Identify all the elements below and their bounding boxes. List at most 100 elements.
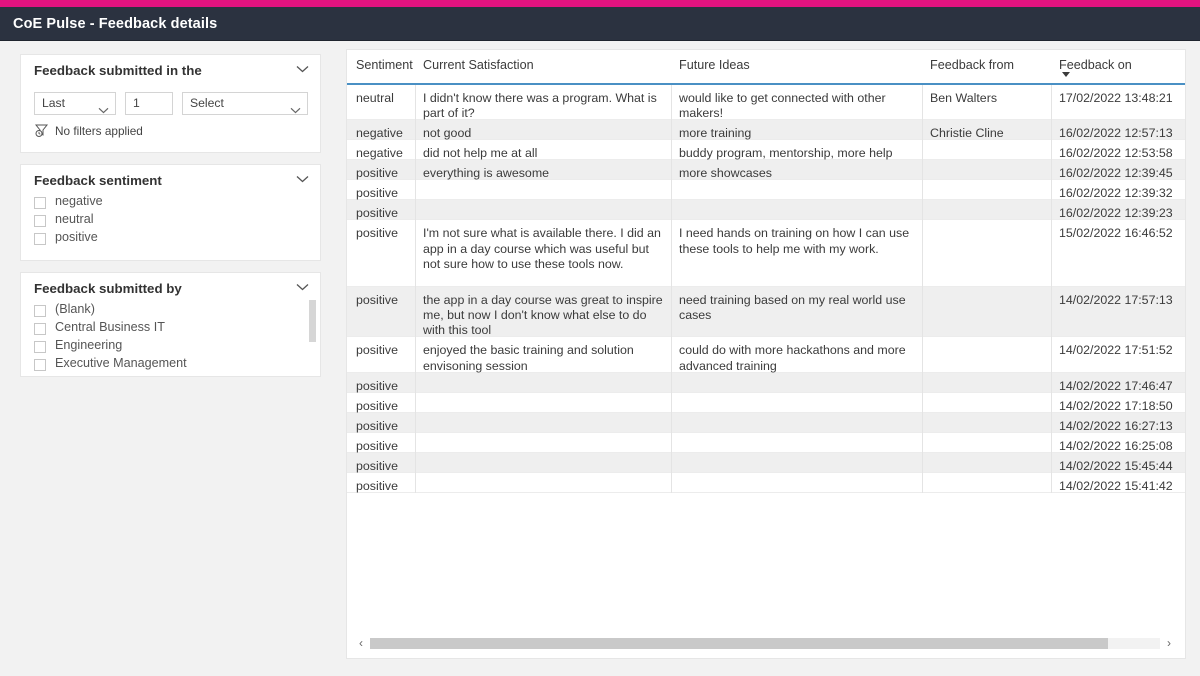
cell-sentiment: positive — [356, 478, 399, 493]
column-separator — [1051, 120, 1052, 141]
cell-future-ideas: could do with more hackathons and more a… — [679, 343, 906, 373]
cell-future-ideas: need training based on my real world use… — [679, 292, 906, 322]
table-row[interactable]: positive 14/02/2022 16:27:13 — [347, 412, 1185, 433]
table-row[interactable]: positive 14/02/2022 15:45:44 — [347, 452, 1185, 473]
filter-card-sentiment-header: Feedback sentiment — [21, 165, 320, 193]
table-row[interactable]: positive 16/02/2022 12:39:23 — [347, 200, 1185, 221]
scrollbar-thumb[interactable] — [370, 638, 1108, 649]
column-separator — [1051, 472, 1052, 493]
column-separator — [922, 452, 923, 473]
filter-card-sentiment: Feedback sentiment negative neutral posi… — [20, 164, 321, 261]
sentiment-checkbox-label: negative — [55, 194, 103, 208]
table-row[interactable]: positive I'm not sure what is available t… — [347, 220, 1185, 287]
chevron-left-icon[interactable]: ‹ — [354, 636, 368, 651]
chevron-right-icon[interactable]: › — [1162, 636, 1176, 651]
filter-clear-icon — [34, 124, 49, 137]
sentiment-checkbox-label: positive — [55, 230, 98, 244]
submitted-by-scrollbar-thumb[interactable] — [309, 300, 316, 342]
filter-card-date: Feedback submitted in the Last 1 Select — [20, 54, 321, 153]
filter-card-sentiment-title: Feedback sentiment — [34, 173, 162, 188]
date-unit-dropdown[interactable]: Select — [182, 92, 308, 115]
submitted-by-checkbox-label: Engineering — [55, 338, 123, 352]
table-row[interactable]: negative did not help me at all buddy prog… — [347, 140, 1185, 161]
filter-pane: Feedback submitted in the Last 1 Select — [9, 49, 335, 659]
checkbox-icon — [34, 305, 46, 317]
column-header-feedback-from[interactable]: Feedback from — [930, 58, 1014, 72]
column-separator — [671, 180, 672, 201]
table-row[interactable]: negative not good more training Christie Cl… — [347, 120, 1185, 141]
submitted-by-checkbox-label: Central Business IT — [55, 320, 165, 334]
cell-future-ideas: would like to get connected with other m… — [679, 91, 886, 121]
filter-card-submitted-by: Feedback submitted by (Blank) Central Bu… — [20, 272, 321, 377]
chevron-down-icon[interactable] — [296, 65, 309, 73]
cell-feedback-on: 14/02/2022 15:41:42 — [1059, 478, 1173, 493]
column-separator — [1051, 337, 1052, 373]
column-header-current-satisfaction[interactable]: Current Satisfaction — [423, 58, 534, 72]
date-unit-value: Select — [190, 96, 224, 110]
checkbox-icon — [34, 197, 46, 209]
sentiment-checkbox-label: neutral — [55, 212, 94, 226]
table-row[interactable]: positive 14/02/2022 17:46:47 — [347, 372, 1185, 393]
cell-feedback-on: 14/02/2022 17:51:52 — [1059, 343, 1173, 358]
cell-current-satisfaction: enjoyed the basic training and solution … — [423, 343, 634, 373]
column-separator — [671, 140, 672, 161]
cell-current-satisfaction: I didn't know there was a program. What … — [423, 91, 657, 121]
column-separator — [1051, 220, 1052, 287]
column-separator — [922, 412, 923, 433]
column-separator — [671, 200, 672, 221]
table-row[interactable]: positive everything is awesome more showca… — [347, 160, 1185, 181]
cell-sentiment: positive — [356, 292, 399, 307]
chevron-down-icon — [98, 101, 109, 114]
table-row[interactable]: positive 14/02/2022 15:41:42 — [347, 472, 1185, 493]
cell-feedback-on: 17/02/2022 13:48:21 — [1059, 91, 1173, 105]
column-header-future-ideas[interactable]: Future Ideas — [679, 58, 750, 72]
column-separator — [671, 160, 672, 181]
cell-feedback-from: Ben Walters — [930, 91, 998, 105]
date-count-value: 1 — [133, 96, 140, 110]
column-separator — [671, 452, 672, 473]
submitted-by-checkbox-label: Executive Management — [55, 356, 187, 370]
column-header-sentiment[interactable]: Sentiment — [356, 58, 413, 72]
filter-card-date-title: Feedback submitted in the — [34, 63, 202, 78]
column-separator — [671, 85, 672, 121]
column-separator — [922, 180, 923, 201]
column-separator — [922, 432, 923, 453]
checkbox-icon — [34, 341, 46, 353]
table-row[interactable]: positive 14/02/2022 17:18:50 — [347, 392, 1185, 413]
filter-card-date-header: Feedback submitted in the — [21, 55, 320, 83]
column-header-feedback-on[interactable]: Feedback on — [1059, 58, 1132, 72]
table-horizontal-scrollbar[interactable]: ‹ › — [352, 636, 1180, 651]
column-separator — [1051, 392, 1052, 413]
column-separator — [671, 472, 672, 493]
checkbox-icon — [34, 359, 46, 371]
table-row[interactable]: positive the app in a day course was grea… — [347, 286, 1185, 338]
chevron-down-icon[interactable] — [296, 175, 309, 183]
column-separator — [1051, 200, 1052, 221]
column-separator — [1051, 160, 1052, 181]
feedback-table-panel: Sentiment Current Satisfaction Future Idea… — [346, 49, 1186, 659]
table-row[interactable]: neutral I didn't know there was a program… — [347, 85, 1185, 120]
cell-future-ideas: I need hands on training on how I can us… — [679, 226, 910, 256]
column-separator — [922, 472, 923, 493]
table-row[interactable]: positive enjoyed the basic training and s… — [347, 337, 1185, 373]
checkbox-icon — [34, 215, 46, 227]
column-separator — [1051, 140, 1052, 161]
table-row[interactable]: positive 14/02/2022 16:25:08 — [347, 432, 1185, 453]
column-separator — [922, 372, 923, 393]
column-separator — [671, 372, 672, 393]
cell-current-satisfaction: the app in a day course was great to ins… — [423, 292, 663, 338]
date-relation-dropdown[interactable]: Last — [34, 92, 116, 115]
cell-sentiment: positive — [356, 226, 399, 241]
date-count-input[interactable]: 1 — [125, 92, 173, 115]
page-title: CoE Pulse - Feedback details — [13, 16, 218, 32]
chevron-down-icon — [290, 101, 301, 114]
table-row[interactable]: positive 16/02/2022 12:39:32 — [347, 180, 1185, 201]
column-separator — [671, 337, 672, 373]
column-separator — [1051, 85, 1052, 121]
checkbox-icon — [34, 323, 46, 335]
app-header: CoE Pulse - Feedback details — [0, 7, 1200, 41]
cell-sentiment: neutral — [356, 91, 394, 105]
chevron-down-icon[interactable] — [296, 283, 309, 291]
cell-feedback-on: 15/02/2022 16:46:52 — [1059, 226, 1173, 241]
column-separator — [671, 286, 672, 338]
